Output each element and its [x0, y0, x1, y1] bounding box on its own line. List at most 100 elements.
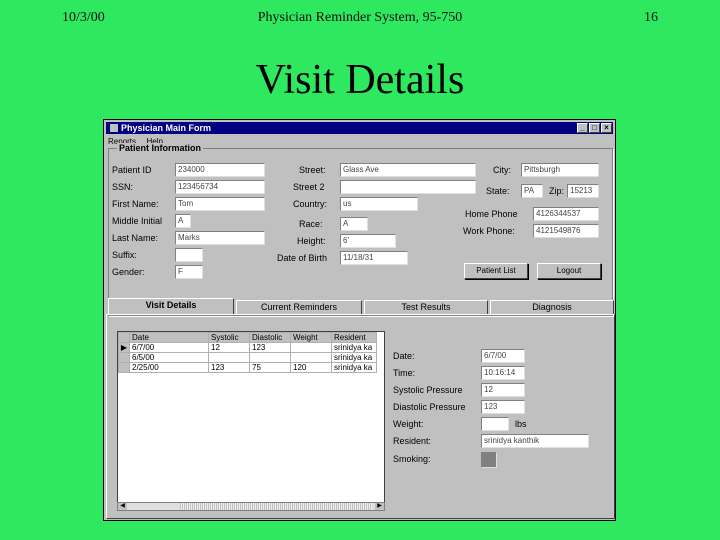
- column-header-systolic[interactable]: Systolic: [208, 332, 250, 343]
- systolic-pressure-label: Systolic Pressure: [393, 385, 463, 395]
- race-field[interactable]: A: [340, 217, 368, 231]
- patient-list-button[interactable]: Patient List: [464, 263, 528, 279]
- slide-page-number: 16: [644, 10, 658, 25]
- street2-field[interactable]: [340, 180, 476, 194]
- window-title: Physician Main Form: [121, 123, 212, 133]
- street-field[interactable]: Glass Ave: [340, 163, 476, 177]
- column-header-weight[interactable]: Weight: [290, 332, 332, 343]
- logout-button[interactable]: Logout: [537, 263, 601, 279]
- column-header-resident[interactable]: Resident: [331, 332, 377, 343]
- cell-date[interactable]: 2/25/00: [129, 362, 209, 373]
- street2-label: Street 2: [293, 182, 325, 192]
- slide-header: Physician Reminder System, 95-750: [257, 10, 463, 25]
- minimize-button[interactable]: _: [577, 123, 588, 133]
- suffix-label: Suffix:: [112, 250, 137, 260]
- visit-date-label: Date:: [393, 351, 415, 361]
- maximize-button[interactable]: □: [589, 123, 600, 133]
- row-selector[interactable]: [118, 352, 130, 363]
- cell-resident[interactable]: srinidya ka: [331, 342, 377, 353]
- race-label: Race:: [299, 219, 323, 229]
- tab-current-reminders[interactable]: Current Reminders: [236, 300, 362, 314]
- zip-label: Zip:: [549, 186, 565, 196]
- tab-strip: Visit Details Current Reminders Test Res…: [106, 298, 615, 314]
- diastolic-pressure-field[interactable]: 123: [481, 400, 525, 414]
- middle-initial-label: Middle Initial: [112, 216, 163, 226]
- weight-field[interactable]: [481, 417, 509, 431]
- cell-weight[interactable]: [290, 352, 332, 363]
- grid-corner: [118, 332, 130, 343]
- street-label: Street:: [299, 165, 326, 175]
- cell-resident[interactable]: srinidya ka: [331, 362, 377, 373]
- work-phone-field[interactable]: 4121549876: [533, 224, 599, 238]
- city-label: City:: [493, 165, 511, 175]
- cell-date[interactable]: 6/7/00: [129, 342, 209, 353]
- app-icon[interactable]: [110, 124, 118, 132]
- home-phone-label: Home Phone: [465, 209, 518, 219]
- table-row[interactable]: 2/25/00 123 75 120 srinidya ka: [118, 362, 377, 373]
- last-name-field[interactable]: Marks: [175, 231, 265, 245]
- table-row[interactable]: 6/5/00 srinidya ka: [118, 352, 377, 363]
- city-field[interactable]: Pittsburgh: [521, 163, 599, 177]
- patient-id-field[interactable]: 234000: [175, 163, 265, 177]
- close-button[interactable]: ×: [601, 123, 612, 133]
- visit-time-field[interactable]: 10:16:14: [481, 366, 525, 380]
- current-row-indicator-icon: ▶: [118, 342, 130, 353]
- patient-information-group: Patient Information Patient ID 234000 SS…: [108, 143, 613, 316]
- column-header-diastolic[interactable]: Diastolic: [249, 332, 291, 343]
- work-phone-label: Work Phone:: [463, 226, 515, 236]
- height-label: Height:: [297, 236, 326, 246]
- first-name-field[interactable]: Tom: [175, 197, 265, 211]
- column-header-date[interactable]: Date: [129, 332, 209, 343]
- smoking-label: Smoking:: [393, 454, 431, 464]
- tab-diagnosis[interactable]: Diagnosis: [490, 300, 614, 314]
- systolic-pressure-field[interactable]: 12: [481, 383, 525, 397]
- visit-details-panel: Date Systolic Diastolic Weight Resident …: [106, 314, 615, 519]
- date-of-birth-field[interactable]: 11/18/31: [340, 251, 408, 265]
- middle-initial-field[interactable]: A: [175, 214, 191, 228]
- cell-systolic[interactable]: 12: [208, 342, 250, 353]
- cell-date[interactable]: 6/5/00: [129, 352, 209, 363]
- height-field[interactable]: 6': [340, 234, 396, 248]
- grid-header-row: Date Systolic Diastolic Weight Resident: [118, 332, 377, 343]
- scroll-right-icon[interactable]: ▶: [375, 503, 384, 510]
- cell-systolic[interactable]: 123: [208, 362, 250, 373]
- gender-label: Gender:: [112, 267, 145, 277]
- state-label: State:: [486, 186, 510, 196]
- weight-label: Weight:: [393, 419, 424, 429]
- cell-weight[interactable]: 120: [290, 362, 332, 373]
- cell-weight[interactable]: [290, 342, 332, 353]
- zip-field[interactable]: 15213: [567, 184, 599, 198]
- last-name-label: Last Name:: [112, 233, 159, 243]
- group-label: Patient Information: [117, 143, 204, 153]
- suffix-field[interactable]: [175, 248, 203, 262]
- country-field[interactable]: us: [340, 197, 418, 211]
- window-titlebar[interactable]: Physician Main Form _ □ ×: [106, 122, 613, 134]
- cell-diastolic[interactable]: [249, 352, 291, 363]
- ssn-field[interactable]: 123456734: [175, 180, 265, 194]
- smoking-checkbox[interactable]: [481, 452, 497, 468]
- ssn-label: SSN:: [112, 182, 134, 192]
- scrollbar-thumb[interactable]: [180, 503, 372, 510]
- visits-grid[interactable]: Date Systolic Diastolic Weight Resident …: [117, 331, 385, 503]
- resident-field[interactable]: srinidya kanthik: [481, 434, 589, 448]
- home-phone-field[interactable]: 4126344537: [533, 207, 599, 221]
- scroll-left-icon[interactable]: ◀: [118, 503, 127, 510]
- tab-visit-details[interactable]: Visit Details: [108, 298, 234, 314]
- visit-date-field[interactable]: 6/7/00: [481, 349, 525, 363]
- physician-main-window: Physician Main Form _ □ × Reports Help P…: [103, 119, 616, 521]
- resident-label: Resident:: [393, 436, 432, 446]
- state-field[interactable]: PA: [521, 184, 543, 198]
- tab-test-results[interactable]: Test Results: [364, 300, 488, 314]
- row-selector[interactable]: [118, 362, 130, 373]
- cell-resident[interactable]: srinidya ka: [331, 352, 377, 363]
- cell-systolic[interactable]: [208, 352, 250, 363]
- grid-horizontal-scrollbar[interactable]: ◀ ▶: [117, 502, 385, 511]
- diastolic-pressure-label: Diastolic Pressure: [393, 402, 466, 412]
- gender-field[interactable]: F: [175, 265, 203, 279]
- country-label: Country:: [293, 199, 328, 209]
- cell-diastolic[interactable]: 123: [249, 342, 291, 353]
- slide-title: Visit Details: [255, 57, 465, 103]
- cell-diastolic[interactable]: 75: [249, 362, 291, 373]
- table-row[interactable]: ▶ 6/7/00 12 123 srinidya ka: [118, 342, 377, 353]
- weight-unit-label: lbs: [515, 419, 527, 429]
